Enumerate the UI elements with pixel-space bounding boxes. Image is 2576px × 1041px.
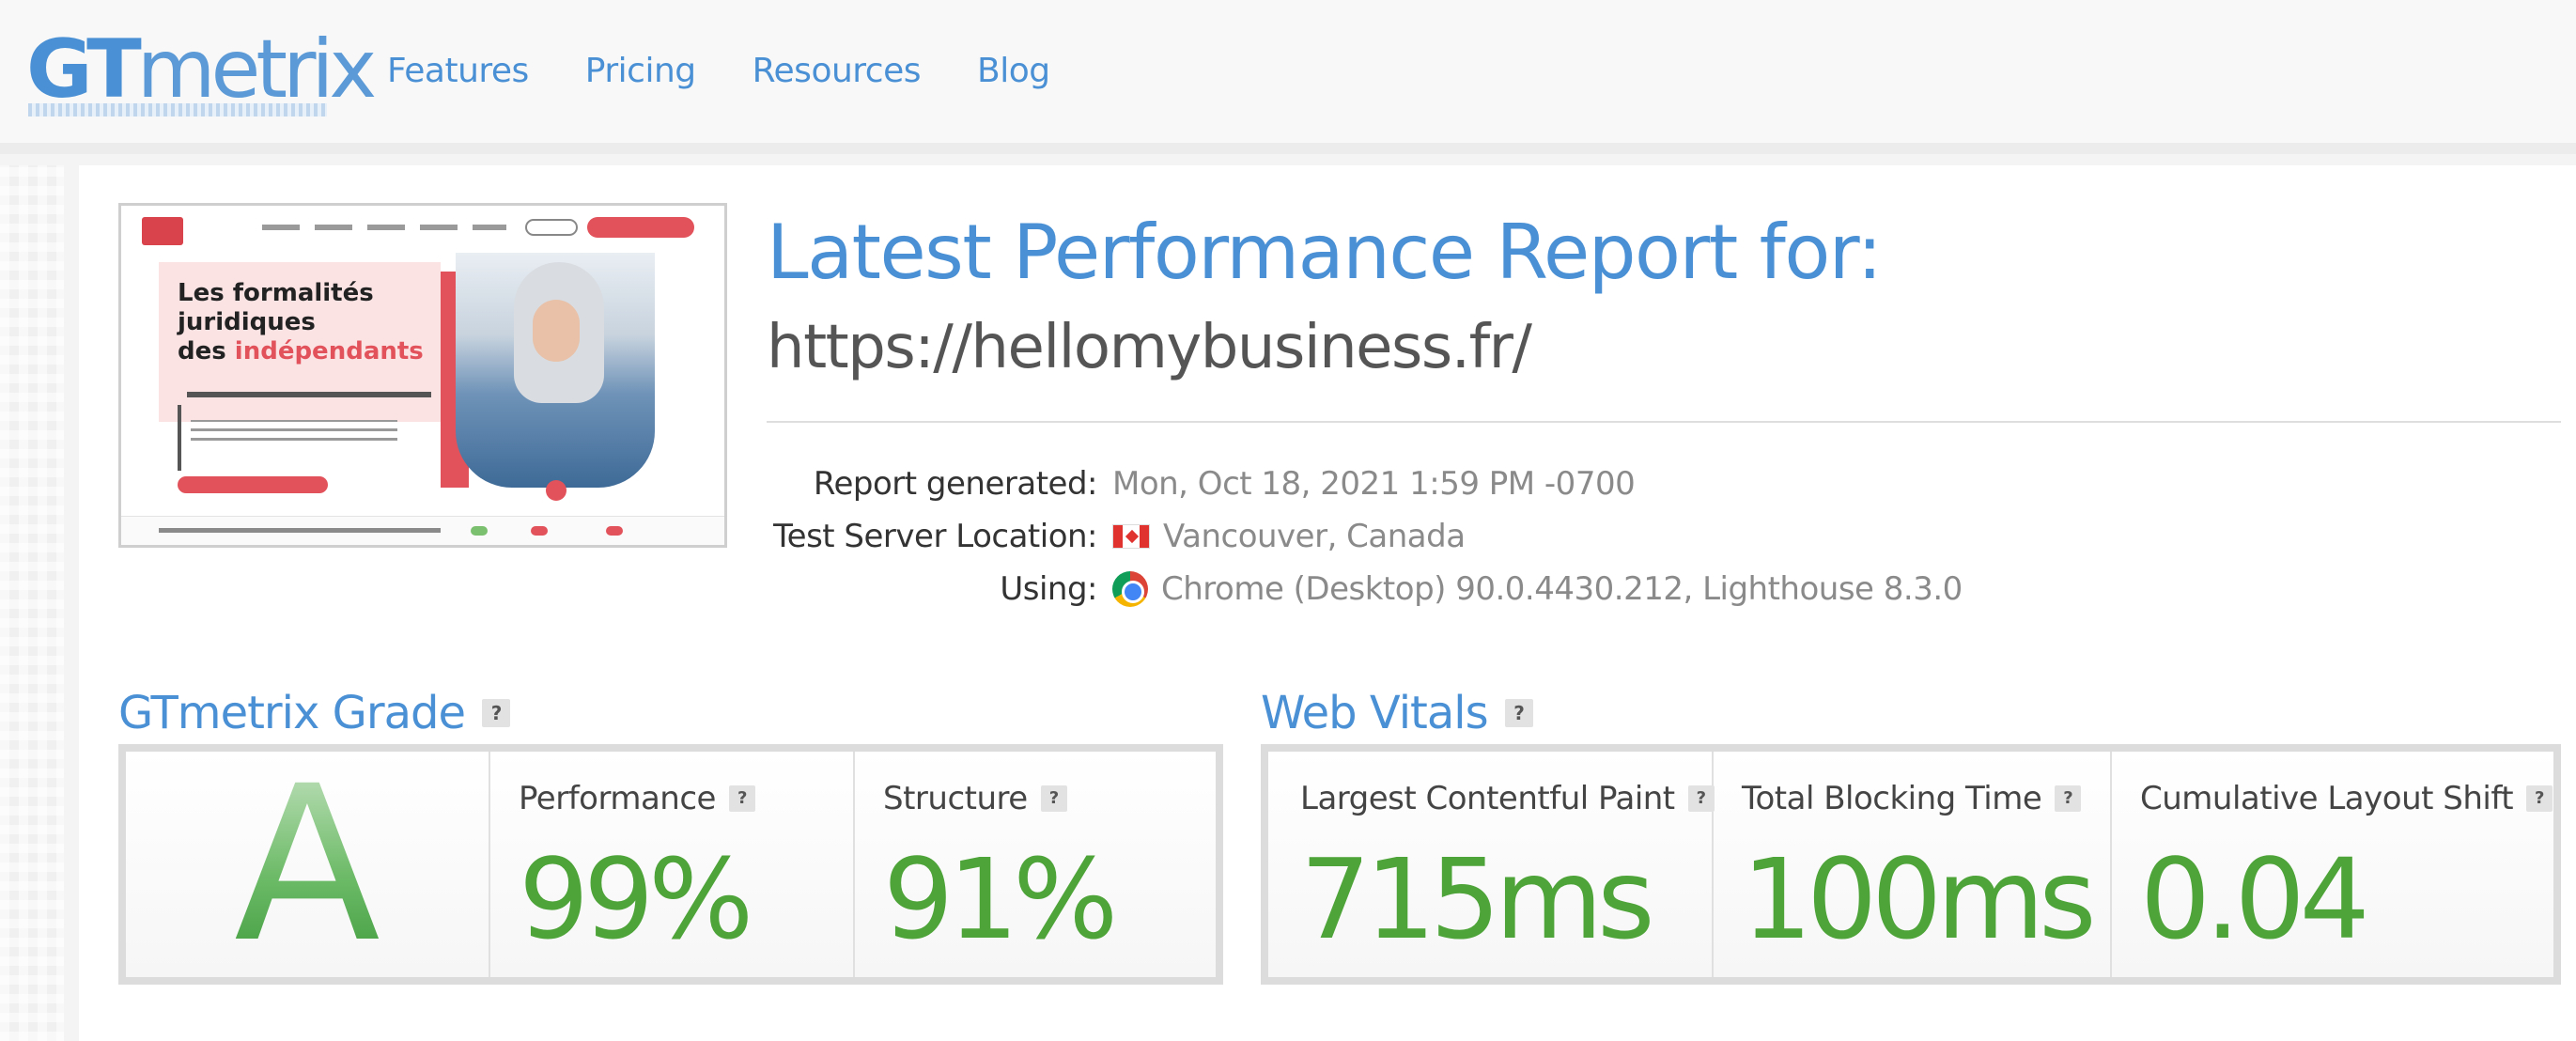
performance-value: 99% (519, 834, 753, 964)
structure-help-icon[interactable]: ? (1040, 785, 1067, 812)
thumb-cookie-bar (121, 516, 724, 545)
thumb-headline: Les formalités juridiques des indépendan… (178, 279, 424, 365)
thumb-site-nav (262, 225, 506, 230)
meta-using: Using: Chrome (Desktop) 90.0.4430.212, L… (767, 566, 2552, 613)
grade-letter-cell: A (126, 752, 490, 977)
tbt-label: Total Blocking Time ? (1742, 778, 2082, 819)
thumb-face (533, 300, 580, 362)
nav-blog[interactable]: Blog (977, 47, 1050, 96)
meta-server-location: Test Server Location: Vancouver, Canada (767, 513, 2552, 560)
structure-cell: Structure ? 91% (855, 752, 1216, 977)
thumb-hero-photo (456, 253, 655, 488)
meta-value: Vancouver, Canada (1112, 513, 1466, 560)
lcp-help-icon[interactable]: ? (1687, 785, 1715, 812)
structure-value: 91% (883, 834, 1118, 964)
report-divider (767, 421, 2561, 423)
cls-label: Cumulative Layout Shift ? (2140, 778, 2553, 819)
thumb-red-dot (546, 480, 566, 501)
vitals-box: Largest Contentful Paint ? 715ms Total B… (1261, 744, 2561, 985)
lcp-value: 715ms (1300, 834, 1655, 964)
cls-cell: Cumulative Layout Shift ? 0.04 (2112, 752, 2553, 977)
performance-label: Performance ? (519, 778, 755, 819)
thumb-cookie-text (159, 528, 441, 533)
grade-box: A Performance ? 99% Structure ? 91% (118, 744, 1223, 985)
tbt-cell: Total Blocking Time ? 100ms (1714, 752, 2112, 977)
thumb-body-text (191, 420, 397, 441)
thumb-subheading (187, 392, 431, 397)
gtmetrix-logo[interactable]: GTmetrix (26, 21, 377, 118)
lcp-cell: Largest Contentful Paint ? 715ms (1268, 752, 1715, 977)
lcp-label: Largest Contentful Paint ? (1300, 778, 1715, 819)
structure-label: Structure ? (883, 778, 1067, 819)
report-title: Latest Performance Report for: (767, 209, 1883, 296)
main-nav: Features Pricing Resources Blog (387, 47, 1107, 96)
thumb-toggle-off (531, 526, 548, 536)
tbt-value: 100ms (1742, 834, 2097, 964)
tbt-help-icon[interactable]: ? (2055, 785, 2082, 812)
thumb-toggle-on (471, 526, 488, 536)
report-url[interactable]: https://hellomybusiness.fr/ (767, 310, 1532, 385)
thumb-site-logo (142, 217, 183, 245)
top-header: GTmetrix Features Pricing Resources Blog (0, 0, 2576, 154)
nav-pricing[interactable]: Pricing (585, 47, 696, 96)
thumb-login-button (525, 219, 578, 236)
meta-label: Test Server Location: (773, 518, 1097, 555)
logo-bar-decoration (28, 103, 327, 117)
performance-help-icon[interactable]: ? (728, 785, 755, 812)
thumb-toggle-off-2 (606, 526, 623, 536)
vitals-help-icon[interactable]: ? (1504, 699, 1533, 727)
cls-value: 0.04 (2140, 834, 2370, 964)
grade-letter: A (126, 752, 489, 977)
meta-label: Using: (1000, 570, 1097, 608)
performance-cell: Performance ? 99% (490, 752, 855, 977)
thumb-hero-cta (178, 476, 328, 493)
thumb-cta-button (587, 217, 694, 238)
nav-resources[interactable]: Resources (753, 47, 922, 96)
side-pattern-strip (0, 165, 64, 1041)
canada-flag-icon (1112, 524, 1150, 549)
meta-report-generated: Report generated: Mon, Oct 18, 2021 1:59… (767, 460, 2552, 507)
thumb-quote-bar (178, 405, 181, 471)
vitals-section-title: Web Vitals ? (1261, 680, 1533, 746)
cls-help-icon[interactable]: ? (2526, 785, 2553, 812)
meta-value: Mon, Oct 18, 2021 1:59 PM -0700 (1112, 465, 1636, 503)
grade-help-icon[interactable]: ? (482, 699, 510, 727)
site-screenshot-thumbnail[interactable]: Les formalités juridiques des indépendan… (118, 203, 727, 548)
chrome-icon (1112, 571, 1148, 607)
meta-label: Report generated: (813, 465, 1098, 503)
nav-features[interactable]: Features (387, 47, 529, 96)
grade-section-title: GTmetrix Grade ? (118, 680, 510, 746)
meta-value: Chrome (Desktop) 90.0.4430.212, Lighthou… (1112, 566, 1963, 613)
